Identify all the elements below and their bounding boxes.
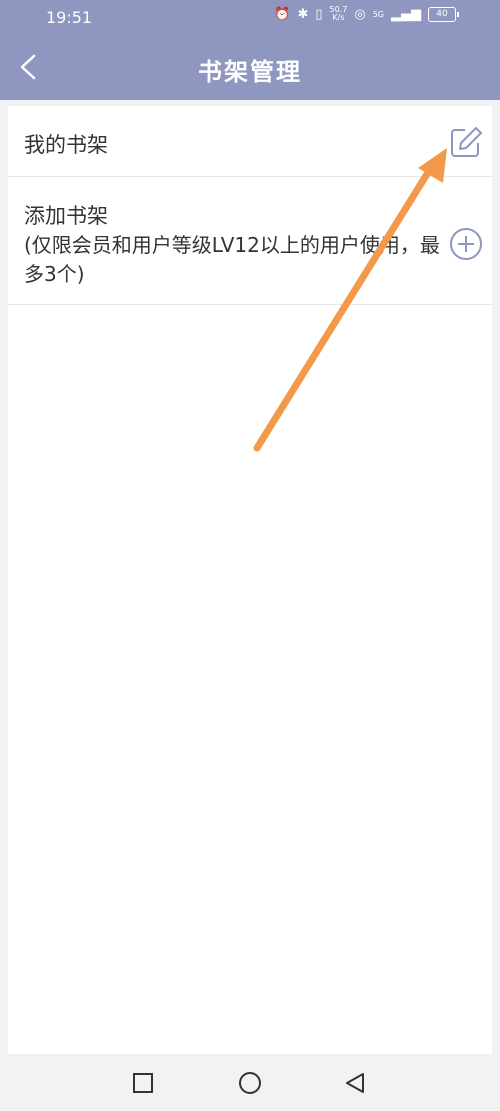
plus-circle-icon xyxy=(450,228,482,260)
triangle-back-icon xyxy=(346,1073,364,1093)
header-bar: 19:51 ⏰ ✱ ▯ 50.7 K/s ◎ 5G ▂▄▆ 40 书架管理 xyxy=(0,0,500,100)
status-icons: ⏰ ✱ ▯ 50.7 K/s ◎ 5G ▂▄▆ 40 xyxy=(274,5,459,22)
recent-apps-button[interactable] xyxy=(128,1068,158,1098)
battery-icon: 40 xyxy=(428,6,459,22)
my-shelf-label: 我的书架 xyxy=(24,133,108,157)
network-speed: 50.7 K/s xyxy=(329,5,348,22)
hotspot-icon: ◎ xyxy=(354,6,366,22)
back-nav-button[interactable] xyxy=(340,1068,370,1098)
status-bar: 19:51 ⏰ ✱ ▯ 50.7 K/s ◎ 5G ▂▄▆ 40 xyxy=(0,0,500,34)
alarm-icon: ⏰ xyxy=(274,6,291,22)
system-nav-bar xyxy=(0,1054,500,1111)
bluetooth-icon: ✱ xyxy=(297,6,309,22)
square-icon xyxy=(133,1073,153,1093)
page-title: 书架管理 xyxy=(198,58,302,86)
edit-icon xyxy=(451,127,482,157)
my-shelf-row[interactable]: 我的书架 xyxy=(8,106,492,177)
status-time: 19:51 xyxy=(46,8,93,27)
signal-icon: ▂▄▆ xyxy=(391,6,421,22)
vibrate-icon: ▯ xyxy=(315,6,323,22)
add-shelf-row[interactable]: 添加书架 (仅限会员和用户等级LV12以上的用户使用，最多3个) xyxy=(8,177,492,305)
circle-icon xyxy=(239,1072,261,1094)
signal-label: 5G xyxy=(372,9,384,19)
add-shelf-note: (仅限会员和用户等级LV12以上的用户使用，最多3个) xyxy=(24,233,440,286)
bookshelf-panel: 我的书架 添加书架 (仅限会员和用户等级LV12以上的用户使用，最多3个) xyxy=(8,106,492,1054)
edit-button[interactable] xyxy=(448,124,484,160)
home-button[interactable] xyxy=(235,1068,265,1098)
add-shelf-button[interactable] xyxy=(449,227,483,261)
add-shelf-label: 添加书架 xyxy=(24,204,108,228)
